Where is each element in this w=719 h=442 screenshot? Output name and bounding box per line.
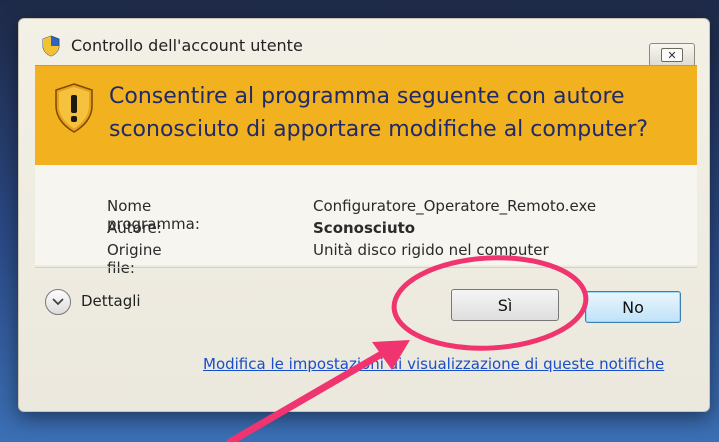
uac-dialog: Controllo dell'account utente ✕ Consenti… bbox=[18, 18, 710, 412]
detail-label: Autore: bbox=[107, 219, 162, 237]
detail-value: Sconosciuto bbox=[313, 219, 416, 237]
banner-question: Consentire al programma seguente con aut… bbox=[109, 80, 679, 146]
program-details: Nome programma: Configuratore_Operatore_… bbox=[35, 165, 697, 277]
uac-shield-icon bbox=[42, 35, 60, 57]
title-bar: Controllo dell'account utente ✕ bbox=[19, 19, 709, 67]
notification-settings-link[interactable]: Modifica le impostazioni di visualizzazi… bbox=[203, 355, 664, 373]
details-toggle-button[interactable] bbox=[45, 289, 71, 315]
detail-value: Unità disco rigido nel computer bbox=[313, 241, 549, 259]
yes-button[interactable]: Sì bbox=[451, 289, 559, 321]
no-button[interactable]: No bbox=[585, 291, 681, 323]
warning-banner: Consentire al programma seguente con aut… bbox=[35, 65, 697, 166]
chevron-down-icon bbox=[52, 298, 64, 306]
window-title: Controllo dell'account utente bbox=[71, 36, 303, 55]
footer-divider bbox=[35, 267, 697, 268]
warning-shield-icon bbox=[55, 83, 93, 133]
banner-line-1: Consentire al programma seguente con aut… bbox=[109, 84, 625, 109]
close-button[interactable]: ✕ bbox=[649, 43, 695, 67]
banner-line-2: sconosciuto di apportare modifiche al co… bbox=[109, 117, 649, 142]
close-icon: ✕ bbox=[661, 48, 683, 62]
detail-value: Configuratore_Operatore_Remoto.exe bbox=[313, 197, 597, 215]
details-label[interactable]: Dettagli bbox=[81, 292, 141, 310]
detail-label: Origine file: bbox=[107, 241, 162, 277]
